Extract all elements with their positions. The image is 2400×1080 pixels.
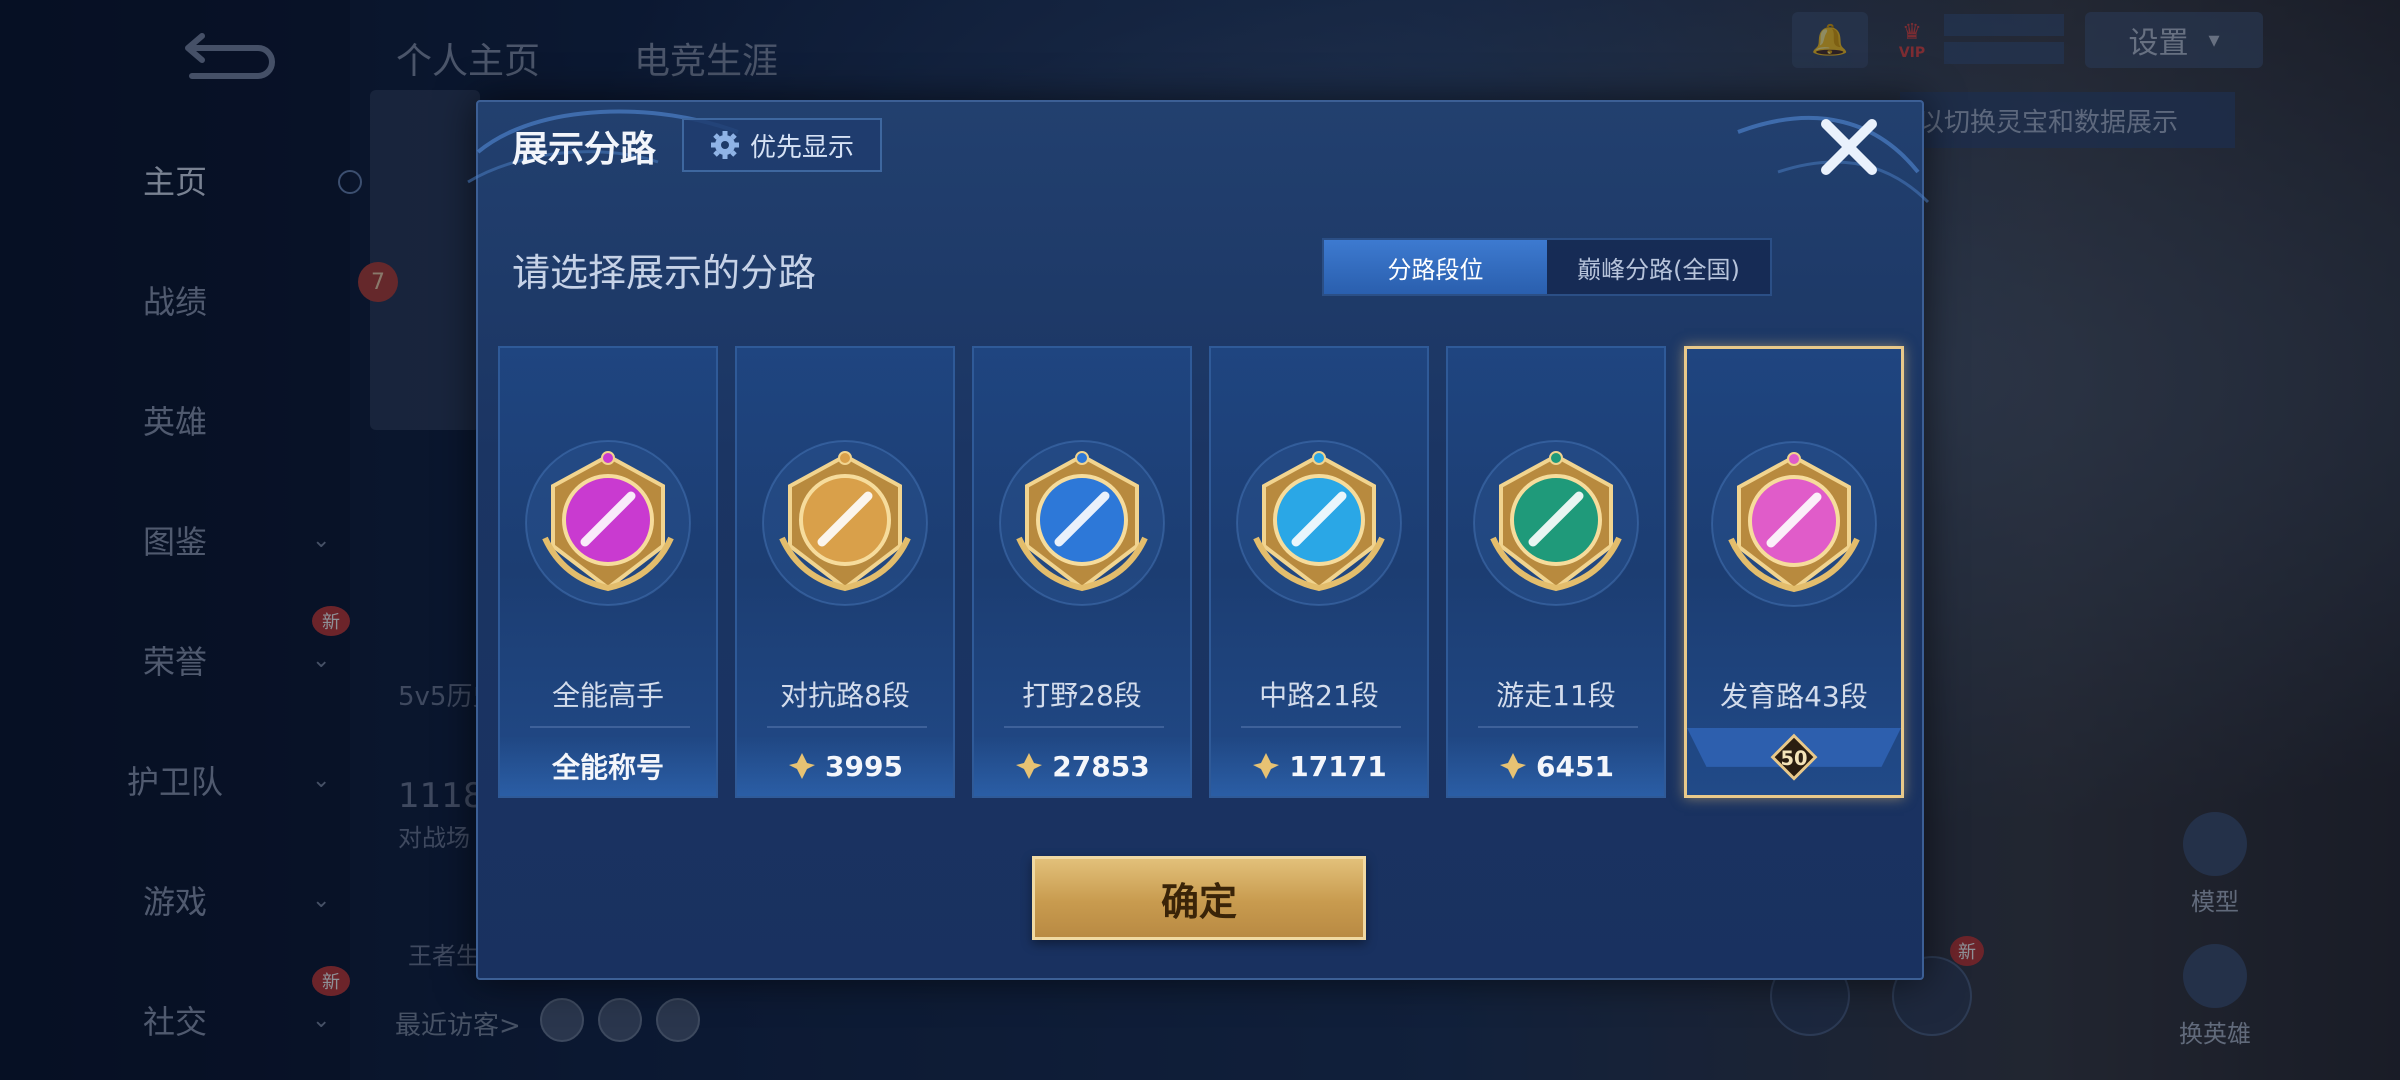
lane-card-footer: 3995 [737, 736, 953, 796]
combat-power-icon [789, 753, 816, 779]
lane-display-dialog: 展示分路 优先显示 请选择展示的分路 分路段位 巅峰分路(全国) 全能高手全能称… [467, 100, 1930, 980]
lane-card-footer-text: 27853 [1052, 749, 1150, 783]
dialog-title: 展示分路 [512, 129, 657, 170]
combat-power-icon [1253, 753, 1280, 779]
roam-medal-icon [1473, 440, 1639, 606]
lane-card-footer: 全能称号 [500, 736, 716, 796]
lane-card-name: 对抗路8段 [780, 679, 910, 712]
close-button[interactable] [1816, 114, 1882, 180]
card-divider [1004, 726, 1164, 728]
combat-power-icon [1500, 753, 1527, 779]
priority-label: 优先显示 [749, 132, 854, 163]
lane-card-list: 全能高手 全能称号 对抗路8段 3995 打野28段 27853 中路21段 17171 游走1… [498, 346, 1908, 798]
tab-peak-lane[interactable]: 巅峰分路(全国) [1547, 240, 1770, 294]
dialog-subtitle: 请选择展示的分路 [512, 251, 817, 295]
jungle-medal-icon [999, 440, 1165, 606]
farm-lane-medal-icon [1711, 441, 1877, 607]
clash-lane-medal-icon [762, 440, 928, 606]
lane-card-footer: 17171 [1211, 736, 1427, 796]
lane-card-footer-text: 3995 [825, 749, 903, 783]
card-divider [1241, 726, 1401, 728]
lane-card-footer: 6451 [1448, 736, 1664, 796]
display-mode-toggle: 分路段位 巅峰分路(全国) [1322, 238, 1772, 296]
lane-card[interactable]: 全能高手 全能称号 [498, 346, 718, 798]
tab-lane-rank[interactable]: 分路段位 [1324, 240, 1547, 294]
card-divider [767, 726, 927, 728]
lane-card-footer-text: 6451 [1536, 749, 1614, 783]
card-divider [530, 726, 690, 728]
lane-card-footer-text: 全能称号 [551, 751, 664, 784]
confirm-button[interactable]: 确定 [1032, 856, 1366, 940]
lane-card[interactable]: 发育路43段 50 [1684, 346, 1904, 798]
card-divider [1478, 726, 1638, 728]
lane-card-name: 中路21段 [1259, 679, 1379, 712]
lane-card-name: 全能高手 [551, 679, 664, 712]
lane-card-name: 游走11段 [1496, 679, 1616, 712]
star-count-badge: 50 [1687, 727, 1901, 781]
star-count-label: 50 [1780, 747, 1807, 770]
lane-card[interactable]: 对抗路8段 3995 [735, 346, 955, 798]
lane-card-name: 打野28段 [1022, 679, 1142, 712]
mid-lane-medal-icon [1236, 440, 1402, 606]
versatile-medal-icon [525, 440, 691, 606]
priority-display-button[interactable]: 优先显示 [682, 118, 882, 172]
lane-card-footer: 27853 [974, 736, 1190, 796]
lane-card[interactable]: 打野28段 27853 [972, 346, 1192, 798]
close-icon [1821, 119, 1877, 175]
lane-card-footer-text: 17171 [1289, 749, 1387, 783]
decorative-swirl [467, 109, 1930, 204]
combat-power-icon [1016, 753, 1043, 779]
lane-card-name: 发育路43段 [1720, 680, 1868, 713]
gear-icon [710, 131, 739, 159]
lane-card[interactable]: 游走11段 6451 [1446, 346, 1666, 798]
lane-card[interactable]: 中路21段 17171 [1209, 346, 1429, 798]
